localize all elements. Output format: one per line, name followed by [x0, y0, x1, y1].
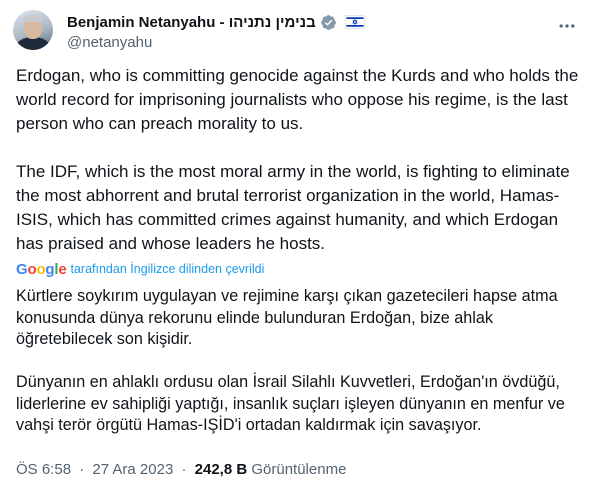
display-name[interactable]: Benjamin Netanyahu - בנימין נתניהו: [67, 14, 316, 31]
views-label: Görüntülenme: [251, 461, 347, 478]
avatar-hair: [24, 15, 42, 22]
tweet-paragraph: The IDF, which is the most moral army in…: [16, 162, 570, 253]
google-logo: Google: [16, 260, 67, 278]
author-block: Benjamin Netanyahu - בנימין נתניהו @neta…: [67, 12, 365, 51]
verified-badge-icon[interactable]: [320, 14, 337, 31]
avatar[interactable]: [13, 10, 53, 50]
tweet-header: Benjamin Netanyahu - בנימין נתניהו @neta…: [13, 10, 581, 54]
translation-attribution[interactable]: Google tarafından İngilizce dilinden çev…: [16, 260, 264, 278]
views-count: 242,8 B: [194, 461, 248, 478]
tweet-text: Erdogan, who is committing genocide agai…: [16, 64, 582, 256]
tweet-meta: ÖS 6:58 · 27 Ara 2023 · 242,8 B Görüntül…: [16, 461, 346, 478]
translated-paragraph: Kürtlere soykırım uygulayan ve rejimine …: [16, 287, 558, 348]
tweet-time[interactable]: ÖS 6:58: [16, 461, 71, 478]
translated-text: Kürtlere soykırım uygulayan ve rejimine …: [16, 286, 582, 437]
meta-separator: ·: [79, 461, 85, 478]
israel-flag-icon: [344, 15, 365, 29]
meta-separator: ·: [181, 461, 187, 478]
translation-label[interactable]: tarafından İngilizce dilinden çevrildi: [71, 262, 265, 276]
more-options-icon[interactable]: [557, 16, 577, 36]
translated-paragraph: Dünyanın en ahlaklı ordusu olan İsrail S…: [16, 373, 565, 434]
name-row: Benjamin Netanyahu - בנימין נתניהו: [67, 12, 365, 32]
author-handle[interactable]: @netanyahu: [67, 34, 365, 51]
tweet-date[interactable]: 27 Ara 2023: [92, 461, 173, 478]
tweet-paragraph: Erdogan, who is committing genocide agai…: [16, 66, 579, 133]
